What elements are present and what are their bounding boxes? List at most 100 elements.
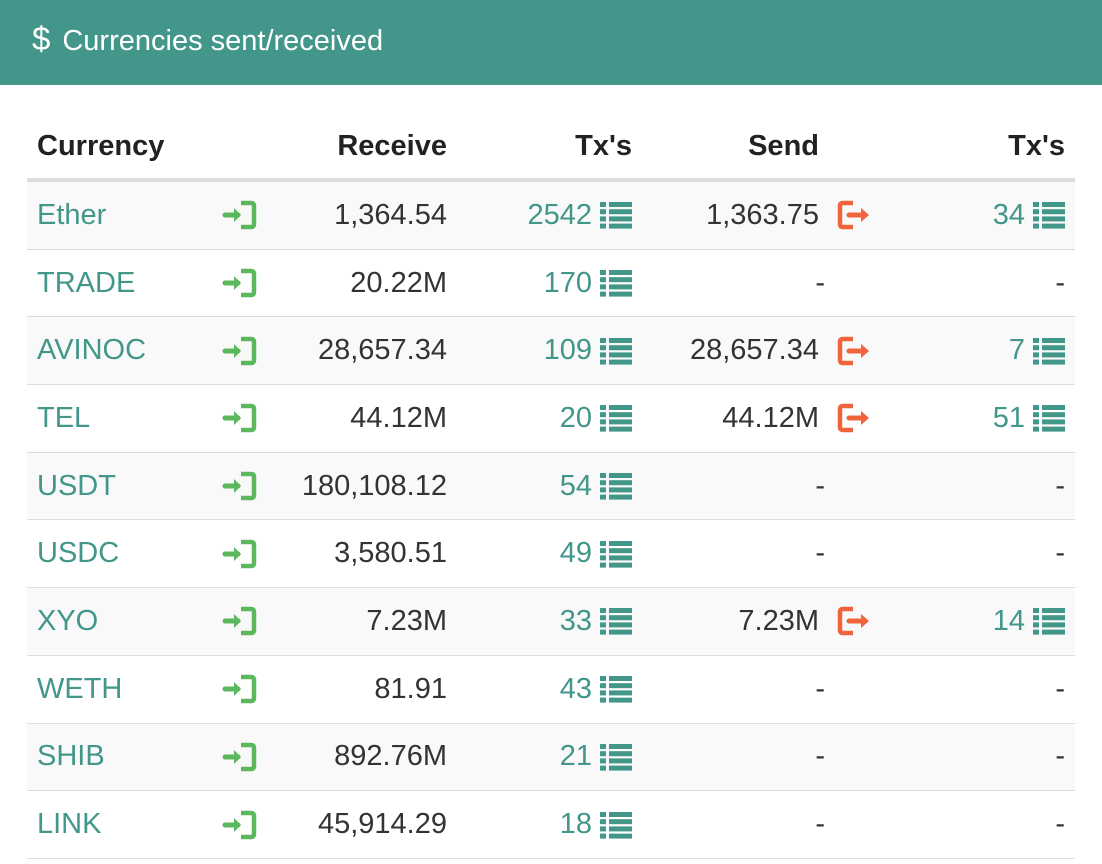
receive-icon: [221, 250, 257, 317]
receive-tx-link[interactable]: 43: [560, 656, 632, 723]
list-icon[interactable]: [592, 336, 632, 366]
table-row: TRADE 20.22M 170 - -: [27, 249, 1075, 318]
receive-tx-count[interactable]: 49: [560, 537, 592, 570]
currency-link[interactable]: USDT: [37, 453, 116, 520]
receive-tx-count[interactable]: 33: [560, 605, 592, 638]
receive-tx-count[interactable]: 109: [544, 334, 592, 367]
send-amount: -: [815, 672, 825, 705]
list-icon[interactable]: [592, 200, 632, 230]
send-tx-count: -: [1055, 469, 1065, 502]
table-body: Ether 1,364.54 2542 1,363.75 34 TRADE 20.22M 17…: [27, 182, 1075, 859]
currency-link[interactable]: LINK: [37, 791, 101, 858]
list-icon[interactable]: [1025, 403, 1065, 433]
send-amount: -: [815, 808, 825, 841]
receive-tx-count[interactable]: 18: [560, 808, 592, 841]
send-tx-count[interactable]: 14: [993, 605, 1025, 638]
list-icon[interactable]: [592, 539, 632, 569]
send-icon: [837, 182, 873, 249]
send-amount: -: [815, 266, 825, 299]
receive-icon: [221, 656, 257, 723]
receive-tx-count[interactable]: 2542: [527, 199, 592, 232]
receive-tx-count[interactable]: 170: [544, 267, 592, 300]
receive-amount: 7.23M: [366, 604, 447, 637]
send-amount: -: [815, 537, 825, 570]
list-icon[interactable]: [1025, 606, 1065, 636]
currency-link[interactable]: USDC: [37, 520, 119, 587]
receive-tx-link[interactable]: 54: [560, 453, 632, 520]
send-tx-count: -: [1055, 672, 1065, 705]
send-icon: [837, 588, 873, 655]
table-row: USDC 3,580.51 49 - -: [27, 520, 1075, 589]
receive-tx-link[interactable]: 21: [560, 724, 632, 791]
receive-tx-count[interactable]: 20: [560, 402, 592, 435]
receive-tx-link[interactable]: 170: [544, 250, 632, 317]
list-icon[interactable]: [592, 403, 632, 433]
receive-amount: 81.91: [374, 672, 447, 705]
dollar-icon: $: [32, 20, 51, 57]
column-header-send: Send: [748, 129, 819, 162]
receive-icon: [221, 588, 257, 655]
table-header-row: Currency Receive Tx's Send Tx's: [27, 114, 1075, 182]
send-tx-link[interactable]: 51: [993, 385, 1065, 452]
receive-icon: [221, 385, 257, 452]
column-header-currency: Currency: [37, 129, 165, 162]
send-tx-count[interactable]: 34: [993, 199, 1025, 232]
receive-icon: [221, 317, 257, 384]
receive-amount: 3,580.51: [334, 537, 447, 570]
table-row: USDT 180,108.12 54 - -: [27, 452, 1075, 521]
send-tx-count: -: [1055, 537, 1065, 570]
receive-tx-count[interactable]: 21: [560, 740, 592, 773]
table-row: XYO 7.23M 33 7.23M 14: [27, 588, 1075, 656]
send-tx-link[interactable]: 14: [993, 588, 1065, 655]
list-icon[interactable]: [1025, 336, 1065, 366]
currency-link[interactable]: Ether: [37, 182, 106, 249]
list-icon[interactable]: [592, 674, 632, 704]
currency-link[interactable]: SHIB: [37, 724, 105, 791]
receive-amount: 28,657.34: [317, 334, 447, 367]
send-tx-count[interactable]: 7: [1009, 334, 1025, 367]
receive-icon: [221, 453, 257, 520]
receive-tx-link[interactable]: 49: [560, 520, 632, 587]
send-icon: [837, 385, 873, 452]
send-tx-link[interactable]: 7: [1009, 317, 1065, 384]
column-header-receive: Receive: [337, 129, 447, 162]
list-icon[interactable]: [592, 606, 632, 636]
table-row: TEL 44.12M 20 44.12M 51: [27, 385, 1075, 453]
receive-amount: 20.22M: [350, 266, 447, 299]
receive-amount: 180,108.12: [301, 469, 447, 502]
send-amount: 1,363.75: [706, 198, 819, 231]
currencies-table: Currency Receive Tx's Send Tx's Ether 1,3…: [27, 114, 1075, 859]
receive-icon: [221, 182, 257, 249]
table-row: AVINOC 28,657.34 109 28,657.34 7: [27, 317, 1075, 386]
receive-tx-link[interactable]: 20: [560, 385, 632, 452]
column-header-tx-receive: Tx's: [575, 129, 632, 162]
receive-icon: [221, 791, 257, 858]
receive-tx-link[interactable]: 33: [560, 588, 632, 655]
panel-title: Currencies sent/received: [62, 25, 384, 57]
receive-icon: [221, 724, 257, 791]
currency-link[interactable]: AVINOC: [37, 317, 146, 384]
list-icon[interactable]: [1025, 200, 1065, 230]
send-tx-link[interactable]: 34: [993, 182, 1065, 249]
currency-link[interactable]: TRADE: [37, 250, 135, 317]
send-amount: 28,657.34: [689, 334, 819, 367]
currency-link[interactable]: XYO: [37, 588, 98, 655]
table-row: WETH 81.91 43 - -: [27, 655, 1075, 724]
receive-tx-count[interactable]: 43: [560, 673, 592, 706]
list-icon[interactable]: [592, 742, 632, 772]
receive-tx-count[interactable]: 54: [560, 470, 592, 503]
send-amount: 7.23M: [738, 604, 819, 637]
receive-tx-link[interactable]: 18: [560, 791, 632, 858]
table-row: LINK 45,914.29 18 - -: [27, 791, 1075, 859]
table-row: Ether 1,364.54 2542 1,363.75 34: [27, 182, 1075, 250]
currency-link[interactable]: TEL: [37, 385, 90, 452]
list-icon[interactable]: [592, 810, 632, 840]
send-tx-count[interactable]: 51: [993, 402, 1025, 435]
send-amount: 44.12M: [722, 401, 819, 434]
receive-tx-link[interactable]: 109: [544, 317, 632, 384]
receive-amount: 1,364.54: [334, 198, 447, 231]
currency-link[interactable]: WETH: [37, 656, 122, 723]
list-icon[interactable]: [592, 268, 632, 298]
receive-tx-link[interactable]: 2542: [527, 182, 632, 249]
list-icon[interactable]: [592, 471, 632, 501]
